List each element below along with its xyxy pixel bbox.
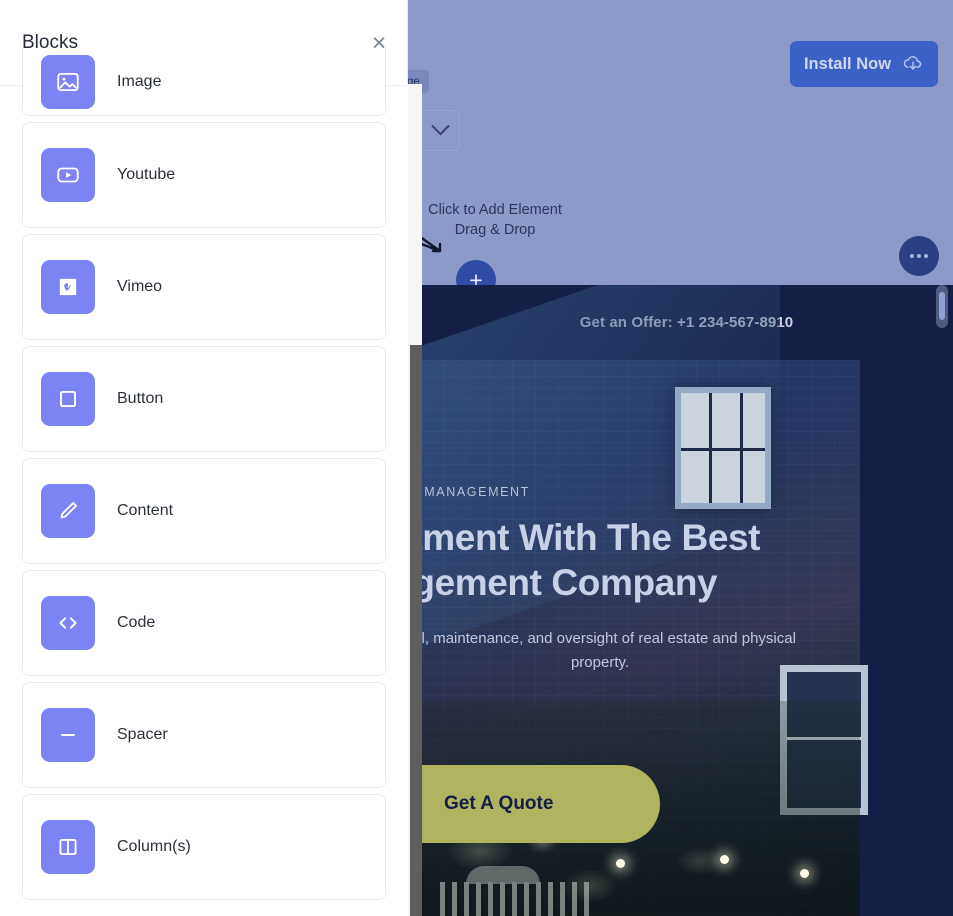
blocks-panel: Blocks × Image Youtube Vimeo Button Cont…: [0, 0, 408, 916]
fence: [440, 866, 590, 916]
install-now-button[interactable]: Install Now: [790, 41, 938, 87]
hero-subtitle-line2: property.: [570, 654, 630, 672]
add-element-hint-line1: Click to Add Element: [428, 202, 562, 218]
install-now-label: Install Now: [803, 54, 892, 73]
block-item-image[interactable]: Image: [22, 48, 386, 116]
blocks-list: Image Youtube Vimeo Button Content Code …: [0, 48, 408, 916]
hero-title: estment With The Best nagement Company: [420, 515, 830, 605]
vimeo-icon: [41, 260, 95, 314]
block-label: Code: [117, 614, 156, 631]
blocks-panel-scrollbar[interactable]: [408, 84, 422, 916]
hero-copy: PERTY MANAGEMENT estment With The Best n…: [420, 485, 830, 675]
block-label: Button: [117, 390, 164, 407]
block-item-content[interactable]: Content: [22, 458, 386, 564]
chevron-down-icon: [431, 117, 450, 136]
garden-lamp: [720, 855, 729, 864]
garden-lamp: [800, 869, 809, 878]
hero-subtitle-line1: trol, maintenance, and oversight of real…: [420, 630, 796, 648]
button-icon: [41, 372, 95, 426]
get-a-quote-button[interactable]: Get A Quote: [420, 765, 660, 843]
canvas-scrollbar[interactable]: [936, 285, 948, 328]
pencil-icon: [41, 484, 95, 538]
columns-icon: [41, 820, 95, 874]
blocks-panel-scrollbar-thumb[interactable]: [410, 345, 422, 916]
hero-subtitle: trol, maintenance, and oversight of real…: [420, 627, 830, 675]
garden-lamp: [616, 859, 625, 868]
block-label: Vimeo: [117, 278, 163, 295]
hero-eyebrow: PERTY MANAGEMENT: [420, 485, 530, 499]
ellipsis-icon-dot: [910, 254, 914, 258]
block-label: Spacer: [117, 726, 168, 743]
panel-edge-divider: [407, 0, 408, 84]
block-item-youtube[interactable]: Youtube: [22, 122, 386, 228]
code-icon: [41, 596, 95, 650]
hero-title-line1: estment With The Best: [420, 517, 761, 558]
block-label: Image: [117, 72, 162, 90]
more-options-button[interactable]: [899, 236, 939, 276]
canvas-scrollbar-thumb[interactable]: [939, 292, 945, 320]
ellipsis-icon-dot: [917, 254, 921, 258]
block-item-code[interactable]: Code: [22, 570, 386, 676]
block-label: Column(s): [117, 838, 191, 855]
cloud-download-icon: [903, 56, 922, 70]
block-label: Content: [117, 502, 174, 519]
block-item-columns[interactable]: Column(s): [22, 794, 386, 900]
block-label: Youtube: [117, 166, 176, 183]
block-item-spacer[interactable]: Spacer: [22, 682, 386, 788]
youtube-icon: [41, 148, 95, 202]
spacer-icon: [41, 708, 95, 762]
hero-title-line2: nagement Company: [420, 562, 718, 604]
block-item-vimeo[interactable]: Vimeo: [22, 234, 386, 340]
ellipsis-icon-dot: [924, 254, 928, 258]
hero-section: Get an Offer: +1 234-567-8910 PERTY MANA…: [420, 285, 953, 916]
image-icon: [41, 54, 95, 109]
app-root: ge Click to Add Element Drag & Drop + In…: [0, 0, 953, 916]
block-item-button[interactable]: Button: [22, 346, 386, 452]
